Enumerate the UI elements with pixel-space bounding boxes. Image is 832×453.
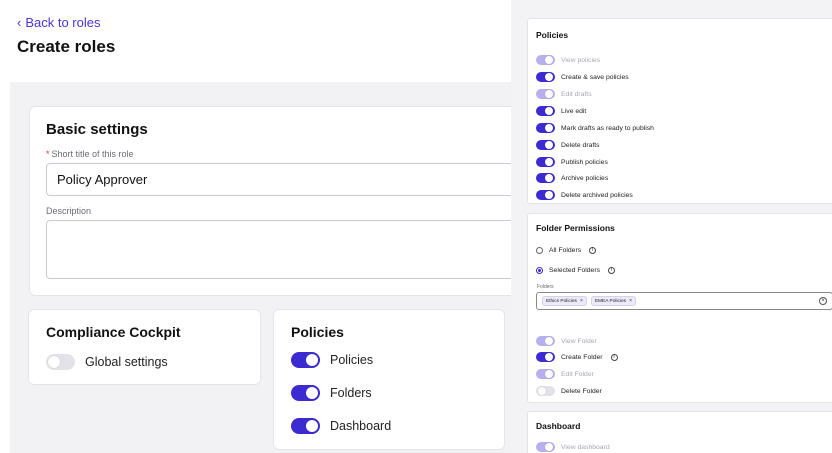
basic-settings-card: Basic settings * Short title of this role… (29, 106, 529, 296)
perm-label: Publish policies (561, 158, 608, 166)
basic-settings-title: Basic settings (46, 121, 148, 138)
dashboard-module-row: Dashboard (291, 418, 391, 434)
delete-archived-toggle[interactable] (536, 190, 555, 200)
policies-module-row: Policies (291, 352, 373, 368)
policies-module-label: Policies (330, 353, 374, 367)
perm-row: Create Folder i (536, 352, 618, 362)
short-title-input[interactable] (46, 163, 526, 196)
perm-label: Delete Folder (561, 387, 602, 395)
policies-section-title: Policies (536, 30, 569, 40)
remove-chip-icon[interactable]: × (580, 298, 583, 304)
delete-drafts-toggle[interactable] (536, 140, 555, 150)
policies-card-title: Policies (291, 324, 344, 340)
global-settings-label: Global settings (85, 355, 168, 369)
perm-label: Live edit (561, 107, 587, 115)
delete-folder-toggle[interactable] (536, 386, 555, 396)
compliance-cockpit-title: Compliance Cockpit (46, 324, 181, 340)
dashboard-permissions-section: Dashboard View dashboard (527, 411, 832, 453)
perm-label: Edit drafts (561, 90, 592, 98)
folders-module-toggle[interactable] (291, 385, 320, 401)
back-link-label: Back to roles (25, 15, 101, 30)
permissions-panel: Policies View policies Create & save pol… (511, 0, 832, 453)
edit-folder-toggle[interactable] (536, 369, 555, 379)
archive-policies-toggle[interactable] (536, 173, 555, 183)
perm-row: Delete Folder (536, 386, 602, 396)
compliance-cockpit-card: Compliance Cockpit Global settings (28, 309, 261, 385)
perm-label: View dashboard (561, 443, 610, 451)
perm-row: View policies (536, 55, 600, 65)
create-save-policies-toggle[interactable] (536, 72, 555, 82)
folder-permissions-title: Folder Permissions (536, 223, 615, 233)
perm-row: Create & save policies (536, 72, 629, 82)
info-icon: i (610, 353, 618, 361)
perm-label: Delete archived policies (561, 191, 633, 199)
perm-row: Archive policies (536, 173, 608, 183)
perm-label: View Folder (561, 337, 597, 345)
live-edit-toggle[interactable] (536, 106, 555, 116)
global-settings-row: Global settings (46, 354, 168, 370)
perm-label: Create Folder (561, 353, 603, 361)
dashboard-module-toggle[interactable] (291, 418, 320, 434)
folders-field-label: Folders (537, 284, 554, 290)
perm-row: Edit Folder (536, 369, 594, 379)
description-textarea[interactable] (46, 220, 526, 279)
clear-selection-icon[interactable]: × (819, 297, 827, 305)
perm-row: Edit drafts (536, 89, 592, 99)
short-title-label: * Short title of this role (46, 149, 134, 159)
mark-ready-toggle[interactable] (536, 123, 555, 133)
folders-module-label: Folders (330, 386, 372, 400)
policies-permissions-section: Policies View policies Create & save pol… (527, 18, 832, 204)
back-to-roles-link[interactable]: ‹ Back to roles (17, 15, 101, 30)
dashboard-section-title: Dashboard (536, 421, 581, 431)
page-title: Create roles (17, 37, 116, 56)
policies-card: Policies Policies Folders Dashboard (273, 309, 505, 450)
view-dashboard-toggle[interactable] (536, 442, 555, 452)
all-folders-label: All Folders (549, 247, 582, 254)
perm-row: Mark drafts as ready to publish (536, 123, 654, 133)
all-folders-radio[interactable] (536, 247, 543, 254)
selected-folders-label: Selected Folders (549, 267, 601, 274)
view-policies-toggle[interactable] (536, 55, 555, 65)
selected-folders-option[interactable]: Selected Folders i (536, 267, 616, 274)
view-folder-toggle[interactable] (536, 336, 555, 346)
perm-label: Mark drafts as ready to publish (561, 124, 654, 132)
dashboard-module-label: Dashboard (330, 419, 392, 433)
required-asterisk: * (46, 149, 50, 159)
all-folders-option[interactable]: All Folders i (536, 247, 597, 254)
info-icon: i (608, 267, 616, 274)
policies-module-toggle[interactable] (291, 352, 320, 368)
create-folder-toggle[interactable] (536, 352, 555, 362)
description-label: Description (46, 206, 92, 216)
global-settings-toggle[interactable] (46, 354, 75, 370)
perm-row: View dashboard (536, 442, 610, 452)
folder-chip: EMEA Policies × (590, 296, 636, 306)
perm-row: Delete drafts (536, 140, 600, 150)
remove-chip-icon[interactable]: × (629, 298, 632, 304)
perm-label: View policies (561, 56, 601, 64)
perm-row: Delete archived policies (536, 190, 633, 200)
info-icon: i (589, 247, 597, 254)
perm-label: Create & save policies (561, 73, 629, 81)
selected-folders-radio[interactable] (536, 267, 543, 274)
perm-row: Publish policies (536, 157, 608, 167)
folder-chip: Ethics Policies × (542, 296, 587, 306)
chevron-left-icon: ‹ (17, 15, 22, 30)
folders-multiselect[interactable]: Ethics Policies × EMEA Policies × × (536, 292, 832, 310)
perm-label: Edit Folder (561, 370, 594, 378)
publish-policies-toggle[interactable] (536, 157, 555, 167)
edit-drafts-toggle[interactable] (536, 89, 555, 99)
folder-permissions-section: Folder Permissions All Folders i Selecte… (527, 213, 832, 403)
perm-label: Archive policies (561, 174, 609, 182)
perm-label: Delete drafts (561, 141, 600, 149)
folders-module-row: Folders (291, 385, 372, 401)
perm-row: Live edit (536, 106, 586, 116)
perm-row: View Folder (536, 336, 597, 346)
